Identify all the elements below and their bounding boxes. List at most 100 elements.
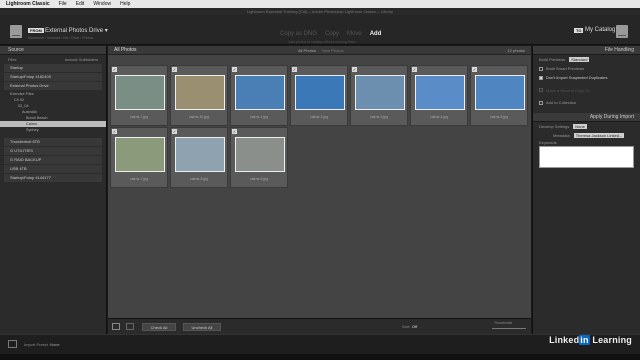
photo-thumbnail[interactable] — [235, 137, 285, 172]
photo-thumbnail[interactable] — [175, 75, 225, 110]
add-collection-label: Add to Collection — [546, 100, 577, 105]
photo-checkbox[interactable]: ✓ — [112, 67, 117, 72]
build-previews-select[interactable]: Standard — [569, 57, 590, 62]
photo-checkbox[interactable]: ✓ — [172, 129, 177, 134]
thumbnail-slider[interactable] — [492, 328, 526, 329]
photo-cell[interactable]: ✓ cairns-2.jpg — [290, 65, 348, 126]
files-row: Files Include Subfolders — [0, 55, 106, 63]
mode-move[interactable]: Move — [347, 31, 362, 37]
mode-copy[interactable]: Copy — [325, 31, 339, 37]
photo-checkbox[interactable]: ✓ — [232, 129, 237, 134]
smart-previews-checkbox[interactable] — [539, 66, 543, 71]
photo-cell[interactable]: ✓ cairns-7.jpg — [110, 65, 168, 126]
file-handling-header[interactable]: File Handling — [533, 46, 640, 55]
photo-filename: cairns-8.jpg — [189, 177, 209, 181]
grid-view-icon[interactable] — [112, 323, 120, 330]
photo-checkbox[interactable]: ✓ — [472, 67, 477, 72]
grid-title: All Photos — [114, 47, 137, 53]
photo-thumbnail[interactable] — [115, 75, 165, 110]
apply-import-header[interactable]: Apply During Import — [533, 113, 640, 122]
photo-filename: cairns-7.jpg — [129, 115, 149, 119]
metadata-select[interactable]: Theresa Jackson Linked... — [573, 133, 625, 138]
volume-raid[interactable]: G RAID BACKUP — [4, 156, 102, 164]
photo-checkbox[interactable]: ✓ — [352, 67, 357, 72]
volume-thunderbolt[interactable]: Thunderbolt 6TB — [4, 138, 102, 146]
volume-startup[interactable]: Startup — [4, 64, 102, 72]
add-collection-checkbox[interactable] — [539, 100, 543, 105]
import-preset-value[interactable]: None — [50, 342, 60, 347]
mode-copy-dng[interactable]: Copy as DNG — [280, 31, 317, 37]
source-panel-header[interactable]: Source — [0, 46, 106, 55]
linkedin-learning-logo: Linkedin Learning — [549, 335, 632, 345]
photo-cell[interactable]: ✓ cairns-7.jpg — [110, 127, 168, 188]
photo-filename: cairns-9.jpg — [249, 177, 269, 181]
develop-select[interactable]: None — [573, 124, 587, 129]
status-strip — [0, 354, 640, 360]
photo-cell[interactable]: ✓ cairns-5.jpg — [470, 65, 528, 126]
photo-thumbnail[interactable] — [475, 75, 525, 110]
photo-thumbnail[interactable] — [295, 75, 345, 110]
sort-value[interactable]: Off — [412, 324, 417, 329]
photo-checkbox[interactable]: ✓ — [292, 67, 297, 72]
volume-startup-fotop[interactable]: Startup/Fotop 4182409 — [4, 73, 102, 81]
photo-thumbnail[interactable] — [175, 137, 225, 172]
menu-edit[interactable]: Edit — [76, 1, 85, 7]
check-all-button[interactable]: Check All — [142, 323, 176, 331]
second-copy-label: Make a Second Copy To: — [546, 87, 591, 93]
source-path: Macintosh / Volumes / Ext / Drive / Phot… — [28, 36, 94, 40]
photo-cell[interactable]: ✓ cairns-1.jpg — [230, 65, 288, 126]
photo-cell[interactable]: ✓ cairns-9.jpg — [230, 127, 288, 188]
grid-header: All Photos All Photos New Photos 12 phot… — [108, 46, 531, 55]
photo-thumbnail[interactable] — [355, 75, 405, 110]
drive-icon[interactable] — [10, 25, 22, 38]
photo-checkbox[interactable]: ✓ — [112, 129, 117, 134]
photo-filename: cairns-7.jpg — [129, 177, 149, 181]
files-label: Files — [8, 56, 17, 62]
photo-checkbox[interactable]: ✓ — [232, 67, 237, 72]
menu-window[interactable]: Window — [93, 1, 111, 7]
volume-usb[interactable]: USB 4TB — [4, 165, 102, 173]
volume-utilities[interactable]: G UTILITIES — [4, 147, 102, 155]
duplicates-label: Don't Import Suspected Duplicates — [546, 75, 608, 80]
filter-new[interactable]: New Photos — [322, 48, 344, 53]
photo-checkbox[interactable]: ✓ — [412, 67, 417, 72]
loupe-view-icon[interactable] — [126, 323, 134, 330]
build-previews-row: Build Previews Standard — [533, 55, 640, 64]
include-subfolders-checkbox[interactable]: Include Subfolders — [65, 57, 98, 62]
photo-cell[interactable]: ✓ cairns-3.jpg — [350, 65, 408, 126]
second-copy-row[interactable]: Make a Second Copy To: — [533, 82, 640, 98]
source-selector[interactable]: External Photos Drive ▾ — [45, 27, 108, 34]
sort-label: Sort: — [402, 324, 411, 329]
build-previews-label: Build Previews — [539, 57, 566, 62]
photo-thumbnail[interactable] — [415, 75, 465, 110]
photo-cell[interactable]: ✓ cairns-4.jpg — [410, 65, 468, 126]
expand-icon[interactable] — [8, 340, 17, 348]
second-copy-checkbox[interactable] — [539, 88, 543, 92]
to-badge: TO — [574, 28, 584, 33]
photo-checkbox[interactable]: ✓ — [172, 67, 177, 72]
photo-cell[interactable]: ✓ cairns-10.jpg — [170, 65, 228, 126]
keywords-input[interactable] — [539, 146, 634, 168]
mode-add[interactable]: Add — [370, 31, 382, 37]
smart-previews-label: Build Smart Previews — [546, 66, 585, 71]
volume-startup-2[interactable]: Startup/Fotop 4144177 — [4, 174, 102, 182]
duplicates-row[interactable]: Don't Import Suspected Duplicates — [533, 73, 640, 82]
metadata-label: Metadata — [553, 133, 570, 138]
add-collection-row[interactable]: Add to Collection — [533, 98, 640, 107]
smart-previews-row[interactable]: Build Smart Previews — [533, 64, 640, 73]
volume-external[interactable]: External Photos Drive — [4, 82, 102, 90]
photo-thumbnail[interactable] — [235, 75, 285, 110]
duplicates-checkbox[interactable] — [539, 75, 543, 80]
uncheck-all-button[interactable]: Uncheck All — [183, 323, 221, 331]
window-title: Lightroom Essential Training (Cat) – Ado… — [0, 8, 640, 15]
menu-file[interactable]: File — [59, 1, 67, 7]
photo-thumbnail[interactable] — [115, 137, 165, 172]
menu-help[interactable]: Help — [120, 1, 130, 7]
filter-all[interactable]: All Photos — [298, 48, 316, 53]
menu-bar: Lightroom Classic File Edit Window Help — [0, 0, 640, 8]
photo-cell[interactable]: ✓ cairns-8.jpg — [170, 127, 228, 188]
app-menu[interactable]: Lightroom Classic — [6, 1, 50, 7]
from-badge: FROM — [28, 28, 44, 33]
import-modes: Copy as DNG Copy Move Add — [280, 31, 381, 37]
mode-description: Add photos to catalog without moving the… — [288, 40, 356, 44]
